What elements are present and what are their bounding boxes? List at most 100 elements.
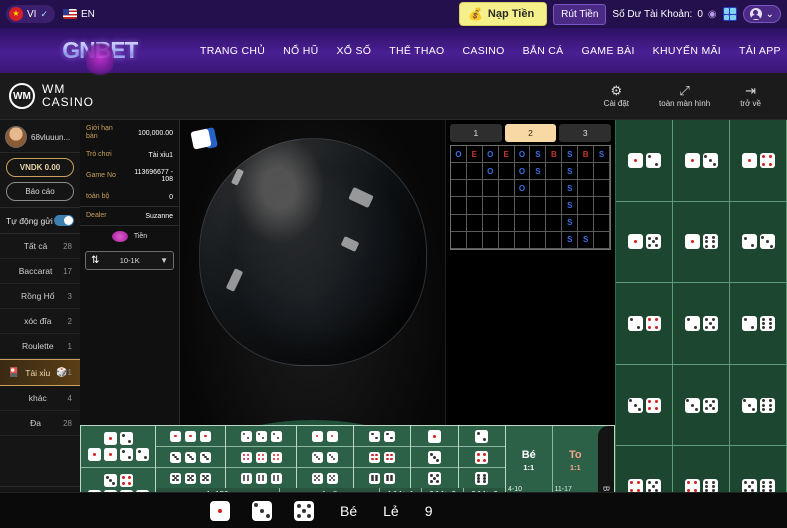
bet-cell-single-two[interactable] [458,426,506,447]
sidebar-item-rong-ho[interactable]: Rồng Hổ 3 [0,284,80,309]
roadmap-cell [466,180,483,198]
bet-cell-triple-fives[interactable] [156,468,225,488]
bet-cell-pair-ones[interactable] [296,426,354,447]
bet-cell-triple-threes[interactable] [156,447,226,468]
bet-cell-triple-fours[interactable] [226,447,296,468]
auto-send-toggle[interactable] [54,215,74,226]
bet-cell-pair-fours[interactable] [354,447,411,468]
nav-item-the-thao[interactable]: THỂ THAO [389,45,444,57]
die-icon [645,152,661,168]
sidebar-item-tat-ca[interactable]: Tất cả 28 [0,234,80,259]
language-selector-vi[interactable]: ★ VI ✓ [6,5,55,23]
roadmap-grid[interactable]: OEOEOSBSBSOOSSOSSSSS [450,145,611,250]
nav-item-xo-so[interactable]: XỔ SỐ [336,45,371,57]
bet-cell-single-three[interactable] [411,447,458,468]
die-icon [135,448,149,461]
bet-cell-small[interactable]: Bé 1:1 4-10 [506,426,553,495]
result-cell[interactable] [616,120,673,202]
nav-item-khuyen-mai[interactable]: KHUYẾN MÃI [653,45,721,57]
bet-cell-pair-sixes[interactable] [354,468,410,488]
bottom-parity-label: Lẻ [383,502,399,519]
roadmap-cell [514,197,531,215]
result-cell[interactable] [673,120,730,202]
bet-cell-single-six[interactable] [459,468,505,488]
result-cell[interactable] [730,120,787,202]
bet-cell-pair-fives[interactable] [297,468,353,488]
die-icon [270,430,282,442]
die-icon [627,397,643,413]
bet-cell-pair-twos[interactable] [354,426,411,447]
die-icon [119,432,133,445]
sidebar-item-xoc-dia[interactable]: xóc đĩa 2 [0,309,80,334]
site-logo[interactable]: GNBET [0,37,200,79]
sidebar-item-count: 2 [67,316,72,326]
bet-cell-pair-threes[interactable] [296,447,354,468]
roadmap-cell: S [594,146,610,164]
sidebar-user[interactable]: 68vluuun... [0,120,80,153]
eye-icon[interactable]: ◉ [708,9,717,20]
nav-item-tai-app[interactable]: TẢI APP [739,45,781,57]
result-cell[interactable] [616,201,673,284]
die-icon [170,472,182,484]
auto-send-row[interactable]: Tự động gửi [0,207,80,234]
sidebar-item-label: xóc đĩa [24,316,52,326]
result-cell[interactable] [673,364,730,447]
vietnam-flag-icon: ★ [9,7,23,21]
result-cell[interactable] [616,364,673,447]
sidebar-item-count: 4 [67,393,72,403]
report-button[interactable]: Báo cáo [6,182,74,201]
qr-icon[interactable] [722,7,737,21]
bet-cell-triple-sixes[interactable] [226,468,295,488]
language-selector-en[interactable]: EN [63,9,95,20]
sidebar-item-tai-xiu[interactable]: 🎴 Tài xỉu 🎲 1 [0,359,80,386]
dealer-tip-row[interactable]: Tiền [80,226,179,247]
die-icon [684,234,700,250]
bottom-total-label: 9 [424,502,433,519]
withdraw-button[interactable]: Rút Tiền [553,3,607,25]
result-cell[interactable] [673,283,730,365]
result-cell[interactable] [730,283,787,365]
result-cell[interactable] [673,201,730,284]
settings-button[interactable]: ⚙ Cài đặt [604,84,629,108]
balance-button[interactable]: VNDK 0.00 [6,158,74,177]
wm-brand-name: WM CASINO [42,83,94,108]
sidebar-item-khac[interactable]: khác 4 [0,386,80,411]
bet-cell-triple-1[interactable] [81,426,155,468]
result-cell[interactable] [730,201,787,284]
roadmap-tab-3[interactable]: 3 [559,124,612,142]
bet-cell-big[interactable]: To 1:1 11-17 [552,426,598,495]
result-cell[interactable] [730,364,787,447]
results-panel[interactable]: GNBET [615,120,787,528]
nav-item-no-hu[interactable]: NỔ HŨ [283,45,318,57]
sidebar-item-roulette[interactable]: Roulette 1 [0,334,80,359]
chevron-down-icon: ▼ [160,256,168,266]
sidebar-item-da[interactable]: Đa 28 [0,411,80,436]
nav-item-trang-chu[interactable]: TRANG CHỦ [200,45,265,57]
die-icon [255,430,267,442]
avatar [5,126,27,148]
bet-cell-single-five[interactable] [411,468,457,488]
roadmap-cell [530,214,547,232]
nav-item-ban-ca[interactable]: BẮN CÁ [523,45,564,57]
bet-cell-triple-ones[interactable] [156,426,226,447]
die-icon [702,152,718,168]
bet-cell-single-four[interactable] [458,447,506,468]
deposit-button[interactable]: 💰 Nạp Tiền [458,2,548,26]
bet-cell-triple-twos[interactable] [226,426,296,447]
roadmap-tab-1[interactable]: 1 [450,124,502,142]
roadmap-cell: B [546,146,563,164]
back-button[interactable]: ⇥ trở về [740,84,761,108]
bet-group-pairs [296,426,355,488]
result-cell[interactable] [616,283,673,365]
sidebar-item-baccarat[interactable]: Baccarat 17 [0,259,80,284]
bet-limit-select[interactable]: ⇅ 10-1K ▼ [85,251,174,271]
bet-group-pairs-2 [354,426,412,488]
nav-item-casino[interactable]: CASINO [463,45,505,57]
deposit-label: Nạp Tiền [487,8,535,20]
account-menu[interactable]: ⌄ [742,5,781,23]
bet-cell-single-one[interactable] [411,426,458,447]
topbar-right-group: 💰 Nạp Tiền Rút Tiền Số Dư Tài Khoản: 0 ◉… [458,2,781,26]
fullscreen-button[interactable]: ⤢ toàn màn hình [659,84,710,108]
roadmap-tab-2[interactable]: 2 [504,124,557,142]
nav-item-game-bai[interactable]: GAME BÀI [582,45,635,57]
